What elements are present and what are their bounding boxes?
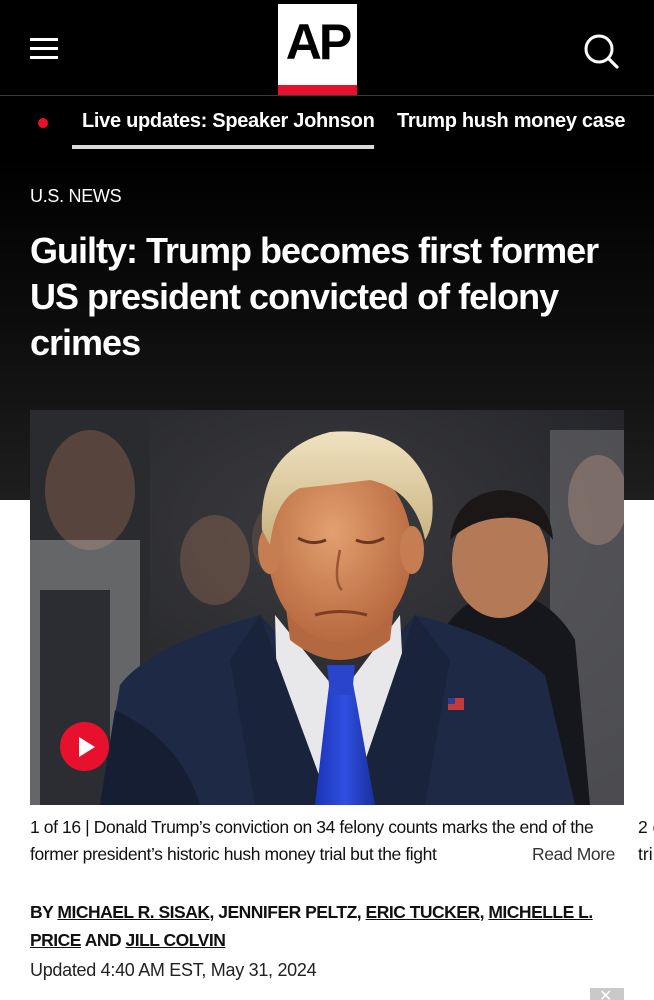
author-link-sisak[interactable]: MICHAEL R. SISAK xyxy=(57,902,210,922)
hamburger-menu-icon[interactable] xyxy=(30,38,60,62)
photo-illustration xyxy=(30,410,624,805)
article-headline: Guilty: Trump becomes first former US pr… xyxy=(30,230,599,363)
live-dot-icon xyxy=(38,118,48,128)
ticker-item-hush-money[interactable]: Trump hush money case xyxy=(397,110,626,133)
photo-caption-carousel: 1 of 16 | Donald Trump’s conviction on 3… xyxy=(30,814,654,870)
lead-photo[interactable] xyxy=(30,410,624,805)
next-caption-preview: 2 o tri xyxy=(638,817,654,864)
byline-prefix: BY xyxy=(30,902,54,922)
byline-separator: , xyxy=(479,902,485,922)
live-ticker-bar: Live updates: Speaker Johnson Trump hush… xyxy=(0,96,654,156)
byline: BY MICHAEL R. SISAK, JENNIFER PELTZ, ERI… xyxy=(30,898,630,954)
ap-logo[interactable]: AP xyxy=(278,4,357,95)
logo-red-bar xyxy=(278,85,357,95)
play-video-icon[interactable] xyxy=(60,722,109,771)
byline-separator: , xyxy=(209,902,214,922)
read-more-link[interactable]: Read More xyxy=(528,841,615,868)
top-navigation-bar: AP xyxy=(0,0,654,95)
byline-separator: , xyxy=(356,902,362,922)
section-label[interactable]: U.S. NEWS xyxy=(30,186,122,207)
ticker-item-live-updates[interactable]: Live updates: Speaker Johnson xyxy=(82,110,375,133)
caption-counter: 1 of 16 | xyxy=(30,817,90,837)
ticker-active-underline xyxy=(72,145,374,149)
updated-timestamp: Updated 4:40 AM EST, May 31, 2024 xyxy=(30,960,317,980)
search-icon[interactable] xyxy=(582,32,622,72)
author-link-colvin[interactable]: JILL COLVIN xyxy=(126,930,226,950)
author-name-peltz: JENNIFER PELTZ xyxy=(218,902,357,922)
byline-conjunction: AND xyxy=(84,930,122,950)
close-ad-icon[interactable]: ✕ xyxy=(590,988,624,1000)
logo-text: AP xyxy=(285,14,352,70)
author-link-tucker[interactable]: ERIC TUCKER xyxy=(366,902,481,922)
